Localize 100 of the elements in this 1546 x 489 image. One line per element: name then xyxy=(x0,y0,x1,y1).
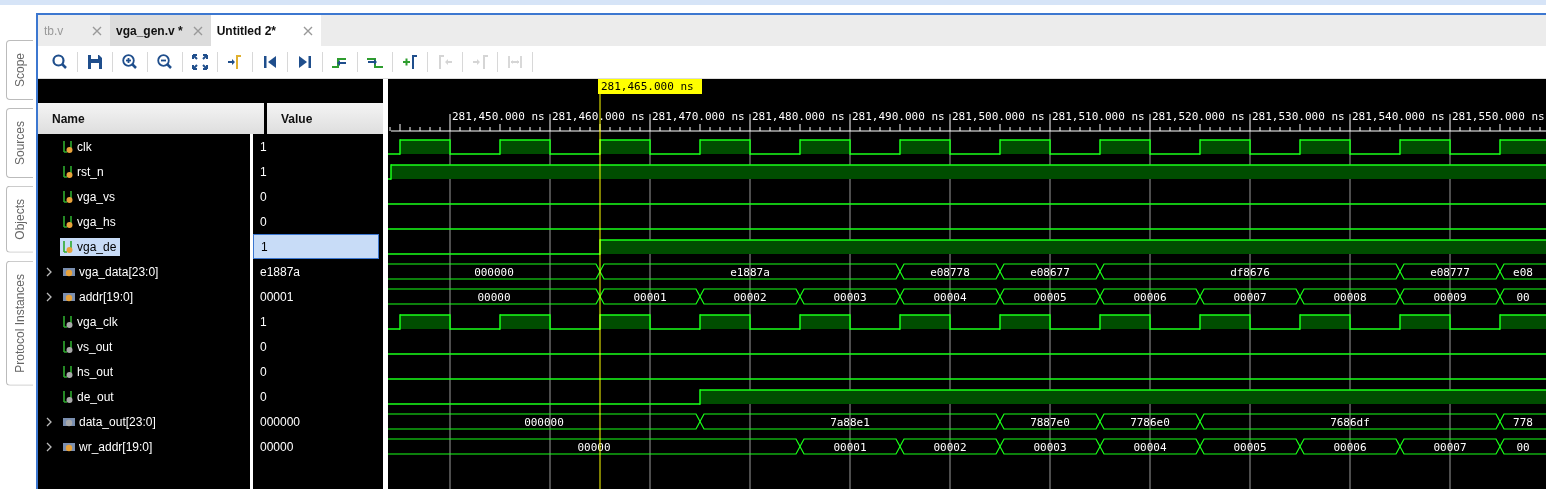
bus-value: 00001 xyxy=(833,440,867,454)
chevron-right-icon[interactable] xyxy=(45,291,53,302)
bit-signal-icon xyxy=(62,239,74,254)
signal-name[interactable]: rst_n xyxy=(60,162,108,181)
previous-marker-icon xyxy=(436,53,454,71)
signal-label: wr_addr[19:0] xyxy=(79,439,153,454)
editor-tab[interactable]: Untitled 2* xyxy=(210,15,321,46)
zoom-in-icon xyxy=(121,53,139,71)
bus-value: 7786e0 xyxy=(1130,415,1170,429)
bit-signal-icon xyxy=(62,214,74,229)
chevron-right-icon[interactable] xyxy=(45,416,53,427)
bus-value: e08778 xyxy=(930,265,970,279)
signal-name[interactable]: wr_addr[19:0] xyxy=(60,437,157,456)
chevron-right-icon[interactable] xyxy=(45,441,53,452)
bus-value: 00006 xyxy=(1333,440,1367,454)
bit-signal-icon xyxy=(62,339,74,354)
bus-value: 00000 xyxy=(577,440,611,454)
bus-value: 778 xyxy=(1513,415,1533,429)
bus-value: 00000 xyxy=(477,290,511,304)
signal-name[interactable]: vga_hs xyxy=(60,212,120,231)
bit-signal-icon xyxy=(62,189,74,204)
signal-name[interactable]: addr[19:0] xyxy=(60,287,138,306)
time-label: 281,490.000 ns xyxy=(852,110,945,123)
time-label: 281,460.000 ns xyxy=(552,110,645,123)
bus-value: 00004 xyxy=(1133,440,1167,454)
signal-value: 0 xyxy=(259,213,268,231)
bus-value: 7887e0 xyxy=(1030,415,1070,429)
time-label: 281,480.000 ns xyxy=(752,110,845,123)
signal-name[interactable]: de_out xyxy=(60,387,118,406)
signal-name[interactable]: vga_de xyxy=(60,237,121,256)
zoom-out-icon xyxy=(156,53,174,71)
signal-label: vga_vs xyxy=(77,189,116,204)
signal-value: 1 xyxy=(259,313,268,331)
signal-label: rst_n xyxy=(77,164,104,179)
bus-value: 00001 xyxy=(633,290,667,304)
side-tab[interactable]: Objects xyxy=(6,186,33,253)
zoom-fit-icon xyxy=(191,53,209,71)
signal-label: data_out[23:0] xyxy=(79,414,156,429)
signal-value: 0 xyxy=(259,188,268,206)
bus-value: 00003 xyxy=(1033,440,1067,454)
next-marker-icon xyxy=(471,53,489,71)
bus-value: e08 xyxy=(1513,265,1533,279)
time-label: 281,500.000 ns xyxy=(952,110,1045,123)
search-icon xyxy=(51,53,69,71)
marker-span-icon xyxy=(506,53,524,71)
bus-value: 00005 xyxy=(1033,290,1067,304)
bus-value: e08677 xyxy=(1030,265,1070,279)
bus-value: 00007 xyxy=(1433,440,1467,454)
signal-name[interactable]: clk xyxy=(60,137,96,156)
time-label: 281,540.000 ns xyxy=(1352,110,1445,123)
signal-label: clk xyxy=(77,139,92,154)
bus-value: 00003 xyxy=(833,290,867,304)
signal-value: 1 xyxy=(259,163,268,181)
bus-value: 00008 xyxy=(1333,290,1367,304)
bit-signal-icon xyxy=(62,364,74,379)
signal-name[interactable]: data_out[23:0] xyxy=(60,412,160,431)
signal-label: hs_out xyxy=(77,364,114,379)
signal-name[interactable]: vga_data[23:0] xyxy=(60,262,163,281)
cursor-line[interactable] xyxy=(599,93,601,489)
save-icon xyxy=(86,53,104,71)
add-marker-icon xyxy=(401,53,419,71)
side-tab[interactable]: Protocol Instances xyxy=(6,260,33,386)
bit-signal-icon xyxy=(62,389,74,404)
bus-value: df8676 xyxy=(1230,265,1270,279)
bit-signal-icon xyxy=(62,314,74,329)
signal-value: 0 xyxy=(259,388,268,406)
time-label: 281,450.000 ns xyxy=(452,110,545,123)
bus-value: 00007 xyxy=(1233,290,1267,304)
bit-signal-icon xyxy=(62,164,74,179)
bus-value: 00 xyxy=(1516,440,1530,454)
editor-tab[interactable]: vga_gen.v * xyxy=(110,15,211,46)
side-tab[interactable]: Scope xyxy=(6,40,33,101)
chevron-right-icon[interactable] xyxy=(45,266,53,277)
signal-value: 000000 xyxy=(259,413,302,431)
bus-value: 00004 xyxy=(933,290,967,304)
bus-value: 7686df xyxy=(1330,415,1370,429)
side-tab[interactable]: Sources xyxy=(6,108,33,179)
bus-value: 00009 xyxy=(1433,290,1467,304)
close-icon[interactable] xyxy=(302,25,313,36)
signal-name[interactable]: vga_clk xyxy=(60,312,122,331)
signal-value: e1887a xyxy=(259,263,302,281)
bus-signal-icon xyxy=(62,265,76,278)
bus-signal-icon xyxy=(62,290,76,303)
bit-signal-icon xyxy=(62,139,74,154)
signal-name[interactable]: hs_out xyxy=(60,362,118,381)
column-header[interactable]: Name xyxy=(38,103,264,134)
time-label: 281,530.000 ns xyxy=(1252,110,1345,123)
time-label: 281,520.000 ns xyxy=(1152,110,1245,123)
bus-value: 00005 xyxy=(1233,440,1267,454)
column-header[interactable]: Value xyxy=(267,103,383,134)
bus-signal-icon xyxy=(62,440,76,453)
signal-name[interactable]: vs_out xyxy=(60,337,117,356)
time-label: 281,550.000 ns xyxy=(1452,110,1545,123)
signal-label: vs_out xyxy=(77,339,113,354)
signal-label: de_out xyxy=(77,389,114,404)
signal-name[interactable]: vga_vs xyxy=(60,187,120,206)
signal-value: 00001 xyxy=(259,288,295,306)
bus-value: 000000 xyxy=(524,415,564,429)
bus-value: 00002 xyxy=(733,290,767,304)
bus-value: 00002 xyxy=(933,440,967,454)
